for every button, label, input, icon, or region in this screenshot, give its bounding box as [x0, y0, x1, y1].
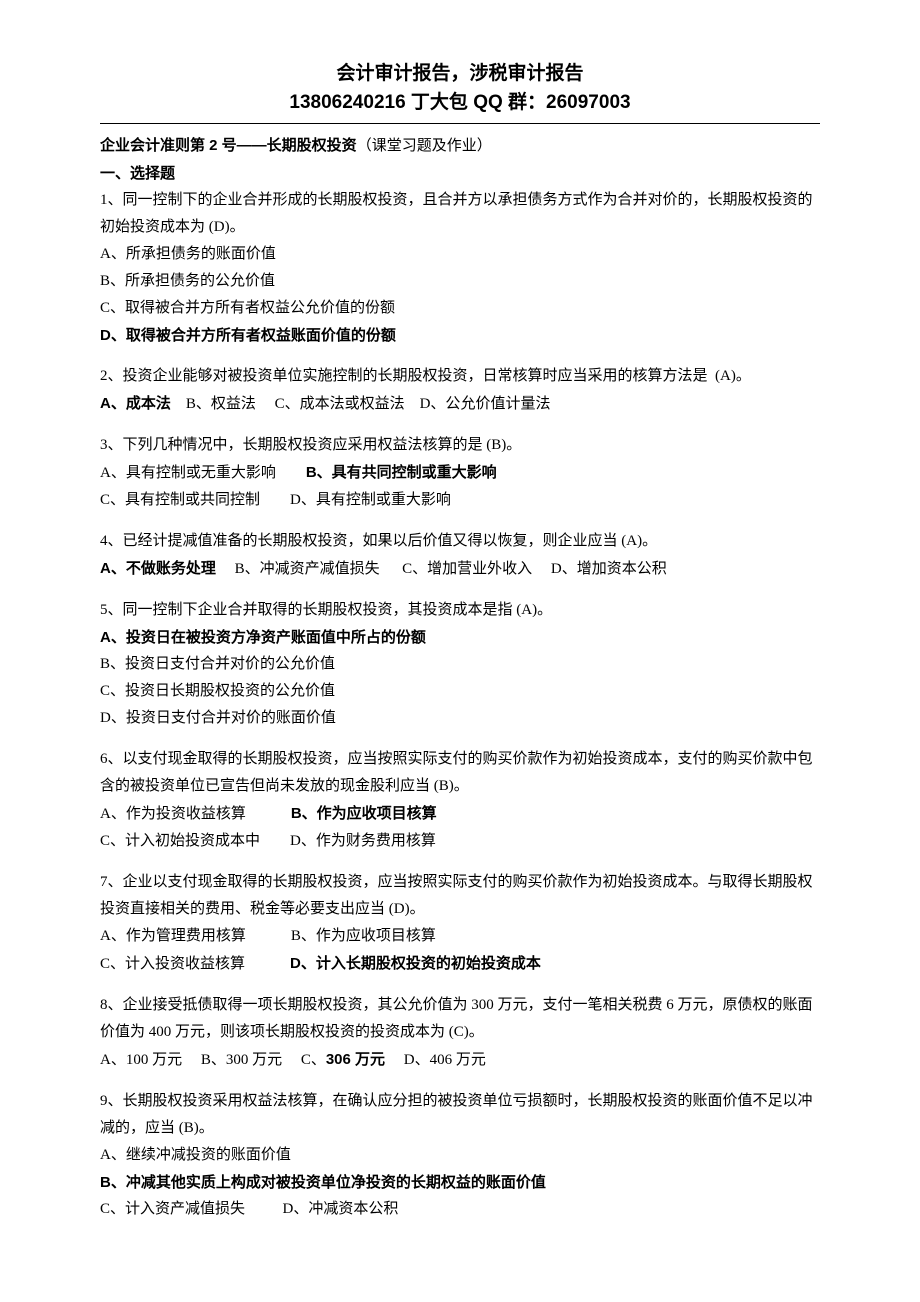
q8-options-ab: A、100 万元 B、300 万元 C、	[100, 1052, 326, 1068]
q2-option-a: A、成本法	[100, 395, 171, 412]
q5-option-c: C、投资日长期股权投资的公允价值	[100, 678, 820, 705]
q5-option-d: D、投资日支付合并对价的账面价值	[100, 705, 820, 732]
section-heading: 一、选择题	[100, 160, 820, 187]
q7-options-ab: A、作为管理费用核算 B、作为应收项目核算	[100, 923, 820, 950]
q5-option-a: A、投资日在被投资方净资产账面值中所占的份额	[100, 624, 820, 651]
q9-options-cd: C、计入资产减值损失 D、冲减资本公积	[100, 1196, 820, 1223]
q6-option-b: B、作为应收项目核算	[291, 805, 437, 822]
q8-option-d: D、406 万元	[385, 1052, 486, 1068]
question-8: 8、企业接受抵债取得一项长期股权投资，其公允价值为 300 万元，支付一笔相关税…	[100, 992, 820, 1074]
q3-options-ab: A、具有控制或无重大影响 B、具有共同控制或重大影响	[100, 459, 820, 487]
document-title-suffix: （课堂习题及作业）	[357, 138, 492, 154]
q9-option-b: B、冲减其他实质上构成对被投资单位净投资的长期权益的账面价值	[100, 1169, 820, 1196]
q6-options-cd: C、计入初始投资成本中 D、作为财务费用核算	[100, 828, 820, 855]
question-6: 6、以支付现金取得的长期股权投资，应当按照实际支付的购买价款作为初始投资成本，支…	[100, 746, 820, 855]
page-header: 会计审计报告，涉税审计报告 13806240216 丁大包 QQ 群：26097…	[100, 60, 820, 117]
q8-option-c: 306 万元	[326, 1051, 385, 1068]
q3-option-b: B、具有共同控制或重大影响	[306, 464, 497, 481]
q7-options-cd: C、计入投资收益核算 D、计入长期股权投资的初始投资成本	[100, 950, 820, 978]
q9-text: 9、长期股权投资采用权益法核算，在确认应分担的被投资单位亏损额时，长期股权投资的…	[100, 1088, 820, 1142]
question-2: 2、投资企业能够对被投资单位实施控制的长期股权投资，日常核算时应当采用的核算方法…	[100, 363, 820, 418]
q3-options-cd: C、具有控制或共同控制 D、具有控制或重大影响	[100, 487, 820, 514]
q1-option-b: B、所承担债务的公允价值	[100, 268, 820, 295]
q1-option-d: D、取得被合并方所有者权益账面价值的份额	[100, 322, 820, 349]
question-9: 9、长期股权投资采用权益法核算，在确认应分担的被投资单位亏损额时，长期股权投资的…	[100, 1088, 820, 1223]
q4-text: 4、已经计提减值准备的长期股权投资，如果以后价值又得以恢复，则企业应当 (A)。	[100, 528, 820, 555]
question-3: 3、下列几种情况中，长期股权投资应采用权益法核算的是 (B)。 A、具有控制或无…	[100, 432, 820, 514]
q6-option-a: A、作为投资收益核算	[100, 806, 291, 822]
q2-text: 2、投资企业能够对被投资单位实施控制的长期股权投资，日常核算时应当采用的核算方法…	[100, 363, 820, 390]
q7-option-c: C、计入投资收益核算	[100, 956, 290, 972]
document-title: 企业会计准则第 2 号——长期股权投资（课堂习题及作业）	[100, 132, 820, 160]
q7-text: 7、企业以支付现金取得的长期股权投资，应当按照实际支付的购买价款作为初始投资成本…	[100, 869, 820, 923]
document-title-bold: 企业会计准则第 2 号——长期股权投资	[100, 137, 357, 154]
q3-text: 3、下列几种情况中，长期股权投资应采用权益法核算的是 (B)。	[100, 432, 820, 459]
q9-option-a: A、继续冲减投资的账面价值	[100, 1142, 820, 1169]
q5-option-b: B、投资日支付合并对价的公允价值	[100, 651, 820, 678]
q6-text: 6、以支付现金取得的长期股权投资，应当按照实际支付的购买价款作为初始投资成本，支…	[100, 746, 820, 800]
q8-options: A、100 万元 B、300 万元 C、306 万元 D、406 万元	[100, 1046, 820, 1074]
q2-options: A、成本法 B、权益法 C、成本法或权益法 D、公允价值计量法	[100, 390, 820, 418]
q1-text: 1、同一控制下的企业合并形成的长期股权投资，且合并方以承担债务方式作为合并对价的…	[100, 187, 820, 241]
question-4: 4、已经计提减值准备的长期股权投资，如果以后价值又得以恢复，则企业应当 (A)。…	[100, 528, 820, 583]
question-5: 5、同一控制下企业合并取得的长期股权投资，其投资成本是指 (A)。 A、投资日在…	[100, 597, 820, 732]
q4-option-a: A、不做账务处理	[100, 560, 216, 577]
question-1: 1、同一控制下的企业合并形成的长期股权投资，且合并方以承担债务方式作为合并对价的…	[100, 187, 820, 349]
q7-option-d: D、计入长期股权投资的初始投资成本	[290, 955, 541, 972]
q4-options: A、不做账务处理 B、冲减资产减值损失 C、增加营业外收入 D、增加资本公积	[100, 555, 820, 583]
header-divider	[100, 123, 820, 124]
q3-option-a: A、具有控制或无重大影响	[100, 465, 306, 481]
q2-options-rest: B、权益法 C、成本法或权益法 D、公允价值计量法	[171, 396, 551, 412]
q8-text: 8、企业接受抵债取得一项长期股权投资，其公允价值为 300 万元，支付一笔相关税…	[100, 992, 820, 1046]
q1-option-c: C、取得被合并方所有者权益公允价值的份额	[100, 295, 820, 322]
q6-options-ab: A、作为投资收益核算 B、作为应收项目核算	[100, 800, 820, 828]
q4-options-rest: B、冲减资产减值损失 C、增加营业外收入 D、增加资本公积	[216, 561, 667, 577]
question-7: 7、企业以支付现金取得的长期股权投资，应当按照实际支付的购买价款作为初始投资成本…	[100, 869, 820, 978]
header-line-1: 会计审计报告，涉税审计报告	[100, 60, 820, 89]
q1-option-a: A、所承担债务的账面价值	[100, 241, 820, 268]
header-line-2: 13806240216 丁大包 QQ 群：26097003	[100, 89, 820, 118]
q5-text: 5、同一控制下企业合并取得的长期股权投资，其投资成本是指 (A)。	[100, 597, 820, 624]
